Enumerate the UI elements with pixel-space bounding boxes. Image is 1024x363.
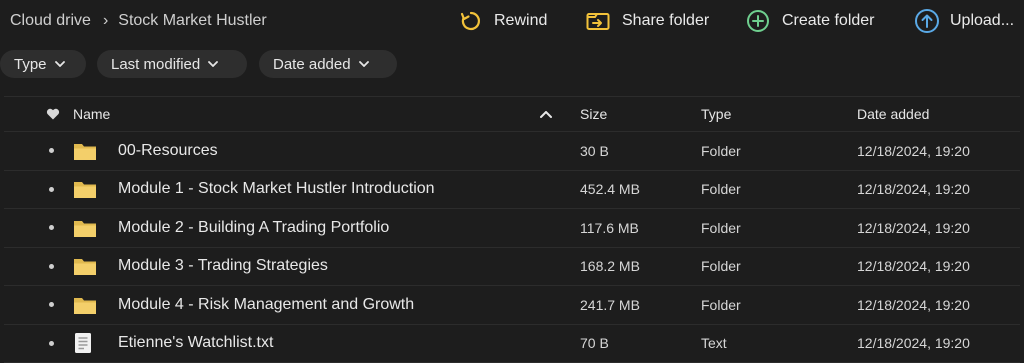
date-column-header[interactable]: Date added xyxy=(857,97,929,131)
row-bullet xyxy=(49,325,54,363)
table-row[interactable]: Module 2 - Building A Trading Portfolio … xyxy=(4,209,1020,248)
breadcrumb-root[interactable]: Cloud drive xyxy=(10,12,91,30)
breadcrumb-current[interactable]: Stock Market Hustler xyxy=(118,12,266,30)
table-row[interactable]: Etienne's Watchlist.txt 70 B Text 12/18/… xyxy=(4,325,1020,363)
file-size: 30 B xyxy=(580,132,609,170)
name-column-header[interactable]: Name xyxy=(73,97,110,131)
file-name[interactable]: Module 4 - Risk Management and Growth xyxy=(118,286,414,324)
file-type: Folder xyxy=(701,286,741,324)
file-size: 452.4 MB xyxy=(580,171,640,209)
row-bullet xyxy=(49,286,54,324)
file-date-added: 12/18/2024, 19:20 xyxy=(857,171,970,209)
file-type: Folder xyxy=(701,209,741,247)
create-folder-button[interactable]: Create folder xyxy=(746,0,875,42)
share-folder-icon xyxy=(586,11,610,31)
share-folder-label: Share folder xyxy=(622,12,709,30)
file-date-added: 12/18/2024, 19:20 xyxy=(857,325,970,363)
date-added-filter[interactable]: Date added xyxy=(259,50,397,78)
row-bullet xyxy=(49,132,54,170)
rewind-button[interactable]: Rewind xyxy=(460,0,547,42)
file-list: 00-Resources 30 B Folder 12/18/2024, 19:… xyxy=(0,132,1024,363)
folder-icon xyxy=(73,132,97,170)
file-type: Folder xyxy=(701,132,741,170)
top-bar: Cloud drive › Stock Market Hustler Rewin… xyxy=(0,0,1024,42)
file-name[interactable]: 00-Resources xyxy=(118,132,218,170)
row-bullet xyxy=(49,248,54,286)
upload-button[interactable]: Upload... xyxy=(914,0,1014,42)
text-file-icon xyxy=(73,325,93,363)
file-date-added: 12/18/2024, 19:20 xyxy=(857,286,970,324)
type-filter-label: Type xyxy=(14,56,47,73)
file-name[interactable]: Module 3 - Trading Strategies xyxy=(118,248,328,286)
file-date-added: 12/18/2024, 19:20 xyxy=(857,248,970,286)
file-date-added: 12/18/2024, 19:20 xyxy=(857,209,970,247)
table-row[interactable]: Module 4 - Risk Management and Growth 24… xyxy=(4,286,1020,325)
table-row[interactable]: Module 3 - Trading Strategies 168.2 MB F… xyxy=(4,248,1020,287)
file-table: Name Size Type Date added 00-Resources 3… xyxy=(0,96,1024,363)
file-name[interactable]: Module 1 - Stock Market Hustler Introduc… xyxy=(118,171,435,209)
folder-icon xyxy=(73,286,97,324)
table-row[interactable]: Module 1 - Stock Market Hustler Introduc… xyxy=(4,171,1020,210)
breadcrumb: Cloud drive › Stock Market Hustler xyxy=(0,12,267,30)
type-column-header[interactable]: Type xyxy=(701,97,731,131)
file-size: 117.6 MB xyxy=(580,209,639,247)
file-type: Folder xyxy=(701,248,741,286)
file-size: 70 B xyxy=(580,325,609,363)
chevron-down-icon xyxy=(208,61,218,67)
sort-ascending-icon[interactable] xyxy=(540,97,552,131)
last-modified-filter-label: Last modified xyxy=(111,56,200,73)
date-added-filter-label: Date added xyxy=(273,56,351,73)
row-bullet xyxy=(49,209,54,247)
row-bullet xyxy=(49,171,54,209)
chevron-down-icon xyxy=(55,61,65,67)
file-name[interactable]: Module 2 - Building A Trading Portfolio xyxy=(118,209,389,247)
folder-icon xyxy=(73,209,97,247)
file-type: Text xyxy=(701,325,727,363)
rewind-icon xyxy=(460,10,482,32)
upload-label: Upload... xyxy=(950,12,1014,30)
folder-icon xyxy=(73,248,97,286)
file-name[interactable]: Etienne's Watchlist.txt xyxy=(118,325,273,363)
file-size: 168.2 MB xyxy=(580,248,640,286)
breadcrumb-separator-icon: › xyxy=(103,12,108,30)
share-folder-button[interactable]: Share folder xyxy=(586,0,709,42)
file-date-added: 12/18/2024, 19:20 xyxy=(857,132,970,170)
last-modified-filter[interactable]: Last modified xyxy=(97,50,247,78)
type-filter[interactable]: Type xyxy=(0,50,86,78)
table-row[interactable]: 00-Resources 30 B Folder 12/18/2024, 19:… xyxy=(4,132,1020,171)
create-folder-label: Create folder xyxy=(782,12,875,30)
upload-icon xyxy=(914,8,940,34)
rewind-label: Rewind xyxy=(494,12,547,30)
chevron-down-icon xyxy=(359,61,369,67)
file-size: 241.7 MB xyxy=(580,286,640,324)
size-column-header[interactable]: Size xyxy=(580,97,607,131)
file-type: Folder xyxy=(701,171,741,209)
plus-circle-icon xyxy=(746,9,770,33)
folder-icon xyxy=(73,171,97,209)
favourite-column-icon[interactable] xyxy=(46,97,60,131)
table-header: Name Size Type Date added xyxy=(4,96,1020,132)
